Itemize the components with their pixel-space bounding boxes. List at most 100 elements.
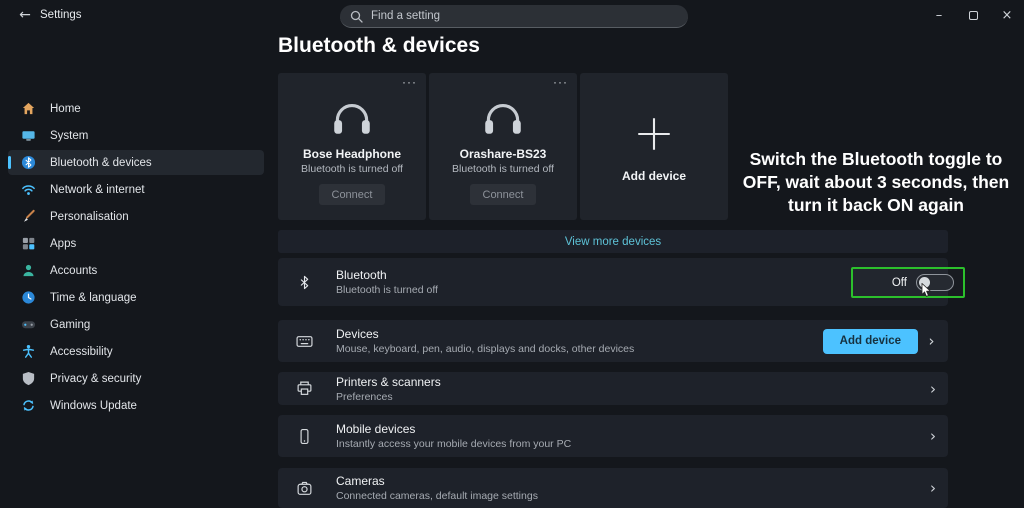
bluetooth-toggle-row: Bluetooth Bluetooth is turned off Off	[278, 258, 965, 306]
bluetooth-toggle-highlight-box: Off	[851, 267, 965, 298]
bluetooth-row-title: Bluetooth	[336, 268, 387, 282]
row-subtitle: Instantly access your mobile devices fro…	[336, 438, 572, 450]
close-icon: ×	[1001, 7, 1013, 23]
sidebar-item-accounts[interactable]: Accounts	[8, 258, 264, 283]
device-name: Orashare-BS23	[459, 147, 547, 161]
device-card-bose[interactable]: ··· Bose Headphone Bluetooth is turned o…	[278, 73, 426, 220]
home-icon	[20, 101, 36, 117]
clock-icon	[20, 290, 36, 306]
sidebar-item-bluetooth-devices[interactable]: Bluetooth & devices	[8, 150, 264, 175]
connect-button[interactable]: Connect	[470, 184, 536, 205]
app-title: Settings	[40, 9, 82, 21]
minimize-button[interactable]: –	[922, 0, 956, 30]
sidebar-item-label: Accounts	[50, 264, 98, 277]
sidebar-item-label: Bluetooth & devices	[50, 156, 152, 169]
device-status: Bluetooth is turned off	[301, 163, 403, 175]
system-icon	[20, 128, 36, 144]
back-button[interactable]: ←	[14, 5, 36, 25]
sidebar-item-label: Home	[50, 102, 81, 115]
search-input[interactable]	[371, 10, 678, 22]
device-status: Bluetooth is turned off	[452, 163, 554, 175]
card-menu-icon[interactable]: ···	[402, 75, 417, 89]
apps-grid-icon	[20, 236, 36, 252]
row-title: Printers & scanners	[336, 374, 441, 389]
plus-icon	[638, 118, 670, 150]
maximize-button[interactable]	[956, 0, 990, 30]
update-arrows-icon	[20, 398, 36, 414]
sidebar-item-label: Personalisation	[50, 210, 129, 223]
sidebar-item-network-internet[interactable]: Network & internet	[8, 177, 264, 202]
accessibility-person-icon	[20, 344, 36, 360]
titlebar: ← Settings – ×	[0, 0, 1024, 30]
view-more-devices-bar[interactable]: View more devices	[278, 230, 948, 253]
page-title: Bluetooth & devices	[278, 34, 480, 57]
chevron-right-icon[interactable]: ›	[918, 479, 948, 497]
sidebar-item-label: Privacy & security	[50, 372, 142, 385]
search-icon	[350, 10, 363, 23]
sidebar-item-time-language[interactable]: Time & language	[8, 285, 264, 310]
row-subtitle: Mouse, keyboard, pen, audio, displays an…	[336, 343, 635, 355]
camera-icon	[295, 479, 313, 497]
wifi-icon	[20, 182, 36, 198]
sidebar-item-system[interactable]: System	[8, 123, 264, 148]
gamepad-icon	[20, 317, 36, 333]
view-more-devices-link[interactable]: View more devices	[565, 236, 661, 248]
search-box[interactable]	[340, 5, 688, 28]
printers-scanners-row[interactable]: Printers & scanners Preferences ›	[278, 372, 948, 405]
add-device-card[interactable]: Add device	[580, 73, 728, 220]
toggle-state-label: Off	[891, 276, 907, 289]
mouse-cursor-icon	[921, 283, 932, 297]
device-card-orashare[interactable]: ··· Orashare-BS23 Bluetooth is turned of…	[429, 73, 577, 220]
minimize-icon: –	[935, 7, 943, 23]
window-controls: – ×	[922, 0, 1024, 30]
sidebar-item-label: Gaming	[50, 318, 91, 331]
connect-button[interactable]: Connect	[319, 184, 385, 205]
sidebar-item-label: System	[50, 129, 89, 142]
device-cards: ··· Bose Headphone Bluetooth is turned o…	[278, 73, 728, 220]
sidebar-item-home[interactable]: Home	[8, 96, 264, 121]
add-device-button[interactable]: Add device	[822, 328, 918, 354]
devices-row[interactable]: Devices Mouse, keyboard, pen, audio, dis…	[278, 320, 948, 362]
printer-icon	[295, 380, 313, 398]
sidebar-item-windows-update[interactable]: Windows Update	[8, 393, 264, 418]
sidebar-item-label: Apps	[50, 237, 77, 250]
row-title: Cameras	[336, 474, 385, 488]
sidebar-item-privacy-security[interactable]: Privacy & security	[8, 366, 264, 391]
bluetooth-rune-icon	[295, 273, 313, 291]
sidebar-item-gaming[interactable]: Gaming	[8, 312, 264, 337]
headphones-icon	[485, 104, 521, 134]
row-subtitle: Preferences	[336, 390, 393, 403]
sidebar-item-personalisation[interactable]: Personalisation	[8, 204, 264, 229]
row-title: Mobile devices	[336, 422, 416, 436]
chevron-right-icon[interactable]: ›	[915, 332, 948, 350]
sidebar-item-label: Accessibility	[50, 345, 113, 358]
sidebar-nav: Home System Bluetooth & devices Network …	[8, 96, 264, 420]
sidebar-item-label: Network & internet	[50, 183, 145, 196]
sidebar-item-label: Windows Update	[50, 399, 137, 412]
shield-icon	[20, 371, 36, 387]
bluetooth-row-subtitle: Bluetooth is turned off	[336, 284, 438, 296]
sidebar: Home System Bluetooth & devices Network …	[0, 30, 270, 508]
chevron-right-icon[interactable]: ›	[918, 380, 948, 398]
sidebar-item-label: Time & language	[50, 291, 137, 304]
bluetooth-icon	[20, 155, 36, 171]
annotation-text: Switch the Bluetooth toggle to OFF, wait…	[742, 149, 1010, 216]
brush-icon	[20, 209, 36, 225]
card-menu-icon[interactable]: ···	[553, 75, 568, 89]
sidebar-item-accessibility[interactable]: Accessibility	[8, 339, 264, 364]
cameras-row[interactable]: Cameras Connected cameras, default image…	[278, 468, 948, 508]
close-button[interactable]: ×	[990, 0, 1024, 30]
person-icon	[20, 263, 36, 279]
back-arrow-icon: ←	[19, 7, 31, 23]
row-title: Devices	[336, 327, 379, 341]
sidebar-item-apps[interactable]: Apps	[8, 231, 264, 256]
keyboard-devices-icon	[295, 332, 313, 350]
phone-icon	[295, 427, 313, 445]
chevron-right-icon[interactable]: ›	[918, 427, 948, 445]
maximize-icon	[968, 10, 978, 20]
settings-window: ← Settings – ×	[0, 0, 1024, 508]
bluetooth-toggle[interactable]	[916, 274, 954, 297]
mobile-devices-row[interactable]: Mobile devices Instantly access your mob…	[278, 415, 948, 457]
add-device-label: Add device	[621, 169, 687, 183]
headphones-icon	[334, 104, 370, 134]
